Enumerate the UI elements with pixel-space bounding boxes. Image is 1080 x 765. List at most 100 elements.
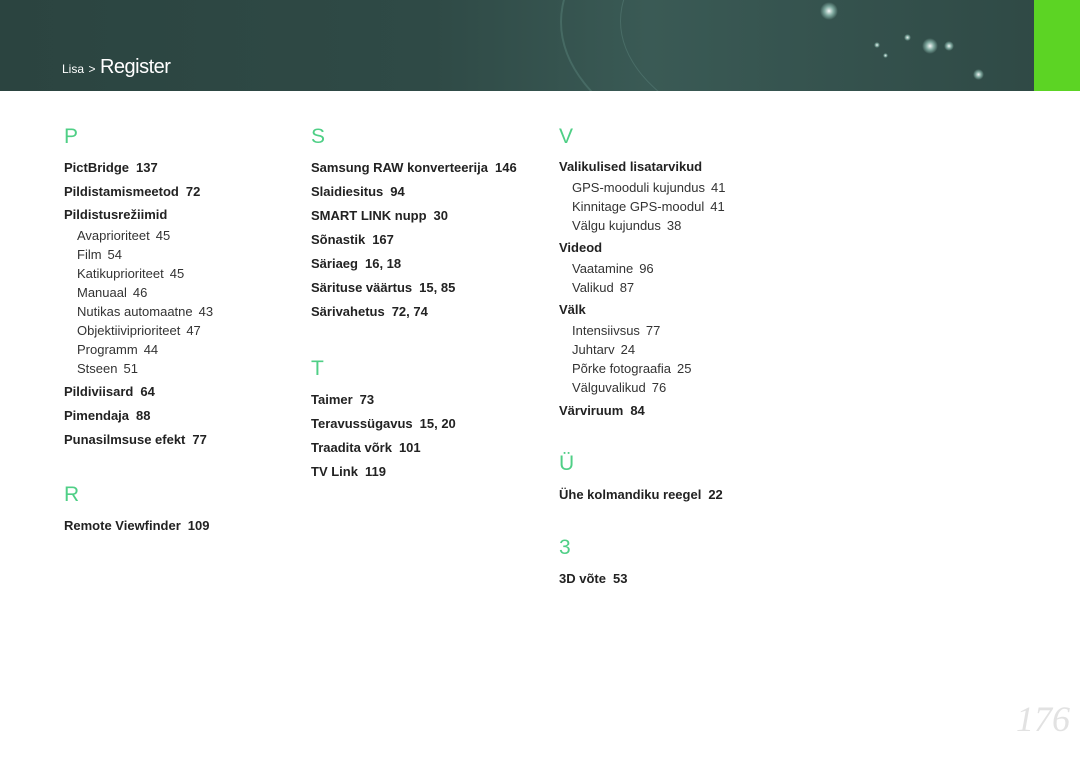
index-entry-label: TV Link bbox=[311, 464, 358, 479]
index-subentry-page[interactable]: 77 bbox=[646, 323, 660, 338]
index-entry-page[interactable]: 167 bbox=[372, 232, 394, 247]
index-entry[interactable]: Teravussügavus 15, 20 bbox=[311, 412, 517, 436]
index-entry[interactable]: Ühe kolmandiku reegel 22 bbox=[559, 483, 725, 507]
index-entry[interactable]: Videod bbox=[559, 237, 725, 259]
index-entry-page[interactable]: 84 bbox=[630, 403, 644, 418]
index-subentry-page[interactable]: 87 bbox=[620, 280, 634, 295]
index-subentry[interactable]: Stseen 51 bbox=[64, 359, 213, 378]
index-entry-label: Pildiviisard bbox=[64, 384, 134, 399]
index-subentry[interactable]: Kinnitage GPS-moodul 41 bbox=[559, 197, 725, 216]
index-entry-page[interactable]: 64 bbox=[140, 384, 154, 399]
breadcrumb-parent[interactable]: Lisa bbox=[62, 62, 84, 76]
index-group: Ü Ühe kolmandiku reegel 22 bbox=[559, 449, 725, 507]
index-entry-page[interactable]: 72, 74 bbox=[392, 304, 428, 319]
index-entry[interactable]: Särituse väärtus 15, 85 bbox=[311, 276, 517, 300]
index-entry[interactable]: TV Link 119 bbox=[311, 460, 517, 484]
index-entry-label: Punasilmsuse efekt bbox=[64, 432, 186, 447]
index-subentry-page[interactable]: 25 bbox=[677, 361, 691, 376]
index-subentry-page[interactable]: 76 bbox=[652, 380, 666, 395]
index-entry-label: Särivahetus bbox=[311, 304, 385, 319]
index-entry-page[interactable]: 77 bbox=[192, 432, 206, 447]
index-entry-page[interactable]: 22 bbox=[708, 487, 722, 502]
index-entry-page[interactable]: 53 bbox=[613, 571, 627, 586]
index-entry-page[interactable]: 101 bbox=[399, 440, 421, 455]
index-entry[interactable]: Slaidiesitus 94 bbox=[311, 180, 517, 204]
index-subentry-page[interactable]: 24 bbox=[621, 342, 635, 357]
index-column-3: V Valikulised lisatarvikud GPS-mooduli kuj… bbox=[559, 122, 725, 591]
index-subentry[interactable]: Objektiiviprioriteet 47 bbox=[64, 321, 213, 340]
index-entry-page[interactable]: 15, 85 bbox=[419, 280, 455, 295]
index-entry[interactable]: Välk bbox=[559, 299, 725, 321]
index-subentry[interactable]: Programm 44 bbox=[64, 340, 213, 359]
index-subentry[interactable]: Valikud 87 bbox=[559, 278, 725, 297]
index-entry-page[interactable]: 94 bbox=[390, 184, 404, 199]
index-entry-page[interactable]: 72 bbox=[186, 184, 200, 199]
index-entry-page[interactable]: 15, 20 bbox=[420, 416, 456, 431]
breadcrumb-separator: > bbox=[88, 62, 96, 76]
index-entry[interactable]: Punasilmsuse efekt 77 bbox=[64, 428, 213, 452]
index-subentry-label: Film bbox=[77, 247, 102, 262]
index-entry[interactable]: Sõnastik 167 bbox=[311, 228, 517, 252]
index-subentry-page[interactable]: 41 bbox=[710, 199, 724, 214]
index-entry-page[interactable]: 109 bbox=[188, 518, 210, 533]
index-entry[interactable]: Valikulised lisatarvikud bbox=[559, 156, 725, 178]
index-group: S Samsung RAW konverteerija 146 Slaidiesitu… bbox=[311, 122, 517, 324]
index-entry[interactable]: Pimendaja 88 bbox=[64, 404, 213, 428]
index-entry-page[interactable]: 119 bbox=[365, 464, 386, 479]
index-subentry[interactable]: Välgu kujundus 38 bbox=[559, 216, 725, 235]
index-subentry[interactable]: Manuaal 46 bbox=[64, 283, 213, 302]
index-subentry-page[interactable]: 45 bbox=[156, 228, 170, 243]
index-entry[interactable]: Särivahetus 72, 74 bbox=[311, 300, 517, 324]
index-entry[interactable]: Värviruum 84 bbox=[559, 399, 725, 423]
index-column-1: P PictBridge 137 Pildistamismeetod 72 Pildist… bbox=[64, 122, 213, 538]
index-subentry[interactable]: Nutikas automaatne 43 bbox=[64, 302, 213, 321]
index-entry-page[interactable]: 88 bbox=[136, 408, 150, 423]
index-entry-label: Pildistamismeetod bbox=[64, 184, 179, 199]
index-subentry-page[interactable]: 46 bbox=[133, 285, 147, 300]
index-subentry[interactable]: Välguvalikud 76 bbox=[559, 378, 725, 397]
index-subentry-label: Stseen bbox=[77, 361, 118, 376]
index-subentry-page[interactable]: 43 bbox=[199, 304, 213, 319]
light-sparkle bbox=[944, 41, 954, 51]
index-entry[interactable]: PictBridge 137 bbox=[64, 156, 213, 180]
index-entry-label: Teravussügavus bbox=[311, 416, 413, 431]
index-subentry[interactable]: Katikuprioriteet 45 bbox=[64, 264, 213, 283]
index-entry-page[interactable]: 137 bbox=[136, 160, 158, 175]
index-subentry[interactable]: Avaprioriteet 45 bbox=[64, 226, 213, 245]
index-subentry-label: Objektiiviprioriteet bbox=[77, 323, 181, 338]
index-entry[interactable]: Pildistusrežiimid bbox=[64, 204, 213, 226]
index-subentry-page[interactable]: 54 bbox=[108, 247, 122, 262]
index-subentry[interactable]: Juhtarv 24 bbox=[559, 340, 725, 359]
index-entry[interactable]: Säriaeg 16, 18 bbox=[311, 252, 517, 276]
index-subentry-page[interactable]: 41 bbox=[711, 180, 725, 195]
light-sparkle bbox=[922, 38, 938, 54]
index-entry-page[interactable]: 73 bbox=[360, 392, 374, 407]
index-entry-page[interactable]: 146 bbox=[495, 160, 517, 175]
index-subentry-page[interactable]: 47 bbox=[186, 323, 200, 338]
index-subentry[interactable]: Vaatamine 96 bbox=[559, 259, 725, 278]
header-banner: Lisa > Register bbox=[0, 0, 1080, 91]
index-group: 3 3D võte 53 bbox=[559, 533, 725, 591]
light-sparkle bbox=[973, 69, 984, 80]
index-subentry-page[interactable]: 44 bbox=[144, 342, 158, 357]
index-entry[interactable]: Pildistamismeetod 72 bbox=[64, 180, 213, 204]
index-entry[interactable]: Taimer 73 bbox=[311, 388, 517, 412]
index-subentry-page[interactable]: 96 bbox=[639, 261, 653, 276]
index-entry[interactable]: 3D võte 53 bbox=[559, 567, 725, 591]
index-entry-page[interactable]: 16, 18 bbox=[365, 256, 401, 271]
index-entry[interactable]: Pildiviisard 64 bbox=[64, 380, 213, 404]
index-subentry[interactable]: GPS-mooduli kujundus 41 bbox=[559, 178, 725, 197]
index-subentry[interactable]: Intensiivsus 77 bbox=[559, 321, 725, 340]
index-subentry-page[interactable]: 38 bbox=[667, 218, 681, 233]
index-entry-page[interactable]: 30 bbox=[434, 208, 448, 223]
index-subentry-page[interactable]: 51 bbox=[123, 361, 137, 376]
index-group: V Valikulised lisatarvikud GPS-mooduli kuj… bbox=[559, 122, 725, 423]
index-entry[interactable]: Samsung RAW konverteerija 146 bbox=[311, 156, 517, 180]
index-subentry[interactable]: Põrke fotograafia 25 bbox=[559, 359, 725, 378]
index-subentry-label: Nutikas automaatne bbox=[77, 304, 193, 319]
index-subentry-page[interactable]: 45 bbox=[170, 266, 184, 281]
index-entry[interactable]: Remote Viewfinder 109 bbox=[64, 514, 213, 538]
index-entry[interactable]: SMART LINK nupp 30 bbox=[311, 204, 517, 228]
index-entry[interactable]: Traadita võrk 101 bbox=[311, 436, 517, 460]
index-subentry[interactable]: Film 54 bbox=[64, 245, 213, 264]
